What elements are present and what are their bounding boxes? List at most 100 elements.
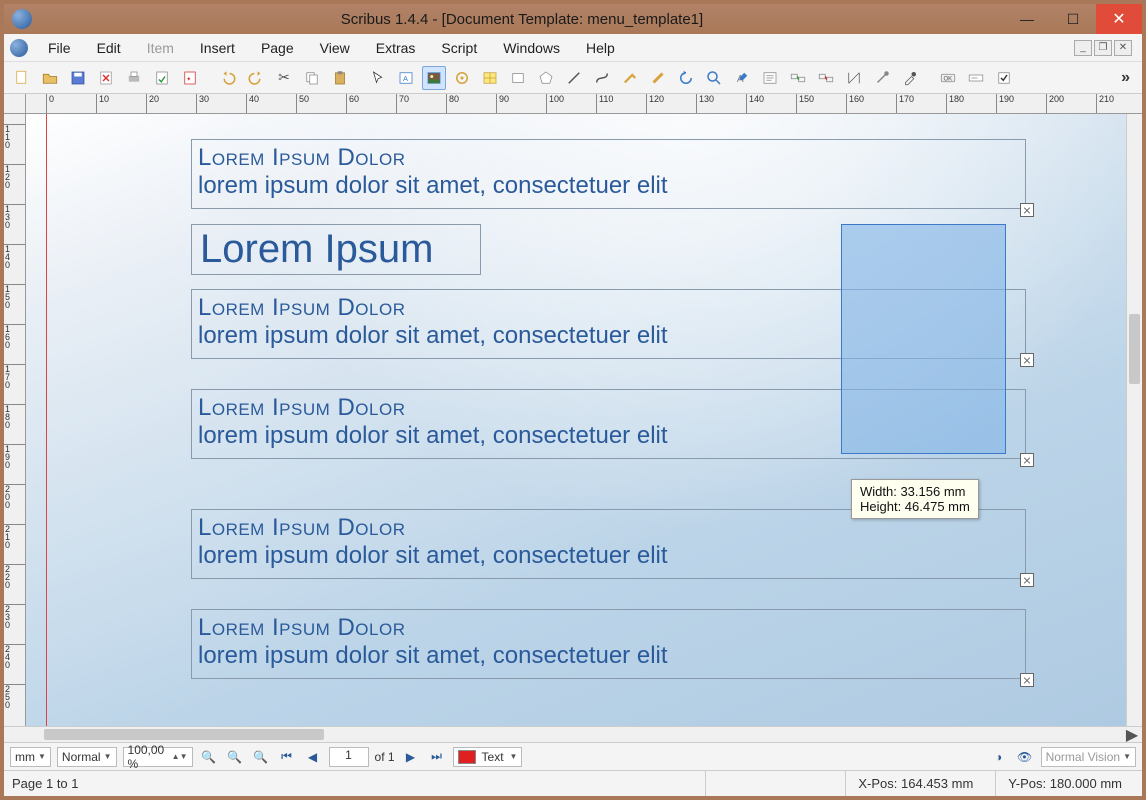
menu-help[interactable]: Help [574, 36, 627, 60]
table-icon[interactable] [478, 66, 502, 90]
undo-icon[interactable] [216, 66, 240, 90]
shape-icon[interactable] [506, 66, 530, 90]
cms-icon[interactable]: ◑ [989, 747, 1009, 767]
zoom-out-icon[interactable]: 🔍 [199, 747, 219, 767]
prev-page-icon[interactable]: ◀ [303, 747, 323, 767]
text-frame[interactable]: Lorem Ipsum Dolor lorem ipsum dolor sit … [191, 609, 1026, 679]
ruler-origin[interactable] [4, 94, 26, 114]
maximize-button[interactable]: ☐ [1050, 4, 1096, 34]
close-doc-icon[interactable] [94, 66, 118, 90]
text-frame-icon[interactable]: A [394, 66, 418, 90]
image-frame-selection[interactable] [841, 224, 1006, 454]
print-icon[interactable] [122, 66, 146, 90]
overflow-icon[interactable] [1020, 673, 1034, 687]
preview-mode-icon[interactable]: 👁 [1015, 747, 1035, 767]
zoom-icon[interactable] [702, 66, 726, 90]
paste-icon[interactable] [328, 66, 352, 90]
next-page-icon[interactable]: ▶ [401, 747, 421, 767]
overflow-icon[interactable] [1020, 353, 1034, 367]
pages-of-label: of 1 [375, 750, 395, 764]
overflow-icon[interactable] [1020, 203, 1034, 217]
freehand-icon[interactable] [618, 66, 642, 90]
pdf-button-icon[interactable]: OK [936, 66, 960, 90]
calligraphy-icon[interactable] [646, 66, 670, 90]
measure-icon[interactable] [842, 66, 866, 90]
svg-text:A: A [403, 74, 408, 83]
cut-icon[interactable]: ✂ [272, 66, 296, 90]
tooltip-width: Width: 33.156 mm [860, 484, 970, 499]
zoom-spin[interactable]: 100,00 %▲▼ [123, 747, 193, 767]
image-frame-icon[interactable] [422, 66, 446, 90]
last-page-icon[interactable]: ⏭ [427, 747, 447, 767]
pdf-checkbox-icon[interactable] [992, 66, 1016, 90]
layer-color-swatch [458, 750, 476, 764]
zoom-reset-icon[interactable]: 🔍 [225, 747, 245, 767]
vertical-scrollbar[interactable] [1126, 114, 1142, 726]
vision-combo[interactable]: Normal Vision▼ [1041, 747, 1136, 767]
select-tool-icon[interactable] [366, 66, 390, 90]
menu-windows[interactable]: Windows [491, 36, 572, 60]
titlebar: Scribus 1.4.4 - [Document Template: menu… [4, 4, 1142, 34]
new-icon[interactable] [10, 66, 34, 90]
menu-extras[interactable]: Extras [364, 36, 428, 60]
horizontal-scrollbar[interactable]: ▶ [4, 726, 1142, 742]
canvas[interactable]: Lorem Ipsum Dolor lorem ipsum dolor sit … [26, 114, 1142, 726]
title-frame[interactable]: Lorem Ipsum [191, 224, 481, 275]
open-icon[interactable] [38, 66, 62, 90]
zoom-in-icon[interactable]: 🔍 [251, 747, 271, 767]
minimize-button[interactable]: — [1004, 4, 1050, 34]
pdf-textfield-icon[interactable] [964, 66, 988, 90]
app-window: Scribus 1.4.4 - [Document Template: menu… [4, 4, 1142, 796]
text-frame[interactable]: Lorem Ipsum Dolor lorem ipsum dolor sit … [191, 509, 1026, 579]
pdf-icon[interactable]: ✦ [178, 66, 202, 90]
menu-view[interactable]: View [308, 36, 362, 60]
close-button[interactable]: ✕ [1096, 4, 1142, 34]
menu-script[interactable]: Script [429, 36, 489, 60]
redo-icon[interactable] [244, 66, 268, 90]
view-bar: mm▼ Normal▼ 100,00 %▲▼ 🔍 🔍 🔍 ⏮ ◀ 1 of 1 … [4, 742, 1142, 770]
first-page-icon[interactable]: ⏮ [277, 747, 297, 767]
frame-heading: Lorem Ipsum Dolor [192, 610, 1025, 642]
text-frame[interactable]: Lorem Ipsum Dolor lorem ipsum dolor sit … [191, 139, 1026, 209]
ruler-horizontal[interactable]: 0102030405060708090100110120130140150160… [26, 94, 1142, 114]
title-text: Lorem Ipsum [200, 227, 433, 271]
dimensions-tooltip: Width: 33.156 mm Height: 46.475 mm [851, 479, 979, 519]
menu-file[interactable]: File [36, 36, 83, 60]
eyedropper-icon[interactable] [898, 66, 922, 90]
status-empty [705, 771, 835, 796]
unit-combo[interactable]: mm▼ [10, 747, 51, 767]
mdi-close-button[interactable]: ✕ [1114, 40, 1132, 56]
menu-insert[interactable]: Insert [188, 36, 247, 60]
unlink-frames-icon[interactable] [814, 66, 838, 90]
preview-combo[interactable]: Normal▼ [57, 747, 117, 767]
copy-props-icon[interactable] [870, 66, 894, 90]
preflight-icon[interactable] [150, 66, 174, 90]
copy-icon[interactable] [300, 66, 324, 90]
overflow-icon[interactable] [1020, 453, 1034, 467]
statusbar: Page 1 to 1 X-Pos: 164.453 mm Y-Pos: 180… [4, 770, 1142, 796]
scroll-thumb[interactable] [1129, 314, 1140, 384]
edit-text-icon[interactable]: A [730, 66, 754, 90]
window-title: Scribus 1.4.4 - [Document Template: menu… [40, 11, 1004, 28]
layer-combo[interactable]: Text▼ [453, 747, 523, 767]
polygon-icon[interactable] [534, 66, 558, 90]
render-frame-icon[interactable] [450, 66, 474, 90]
ruler-vertical[interactable]: 1 1 01 2 01 3 01 4 01 5 01 6 01 7 01 8 0… [4, 114, 26, 726]
frame-heading: Lorem Ipsum Dolor [192, 140, 1025, 172]
story-editor-icon[interactable] [758, 66, 782, 90]
link-frames-icon[interactable] [786, 66, 810, 90]
scroll-thumb[interactable] [44, 729, 324, 740]
rotate-icon[interactable] [674, 66, 698, 90]
mdi-restore-button[interactable]: ❐ [1094, 40, 1112, 56]
bezier-icon[interactable] [590, 66, 614, 90]
page-input[interactable]: 1 [329, 747, 369, 767]
overflow-icon[interactable] [1020, 573, 1034, 587]
toolbar-overflow-icon[interactable]: » [1115, 69, 1136, 87]
menu-page[interactable]: Page [249, 36, 306, 60]
menu-edit[interactable]: Edit [85, 36, 133, 60]
mdi-minimize-button[interactable]: _ [1074, 40, 1092, 56]
line-icon[interactable] [562, 66, 586, 90]
doc-icon [10, 39, 28, 57]
scroll-right-icon[interactable]: ▶ [1124, 727, 1140, 742]
save-icon[interactable] [66, 66, 90, 90]
